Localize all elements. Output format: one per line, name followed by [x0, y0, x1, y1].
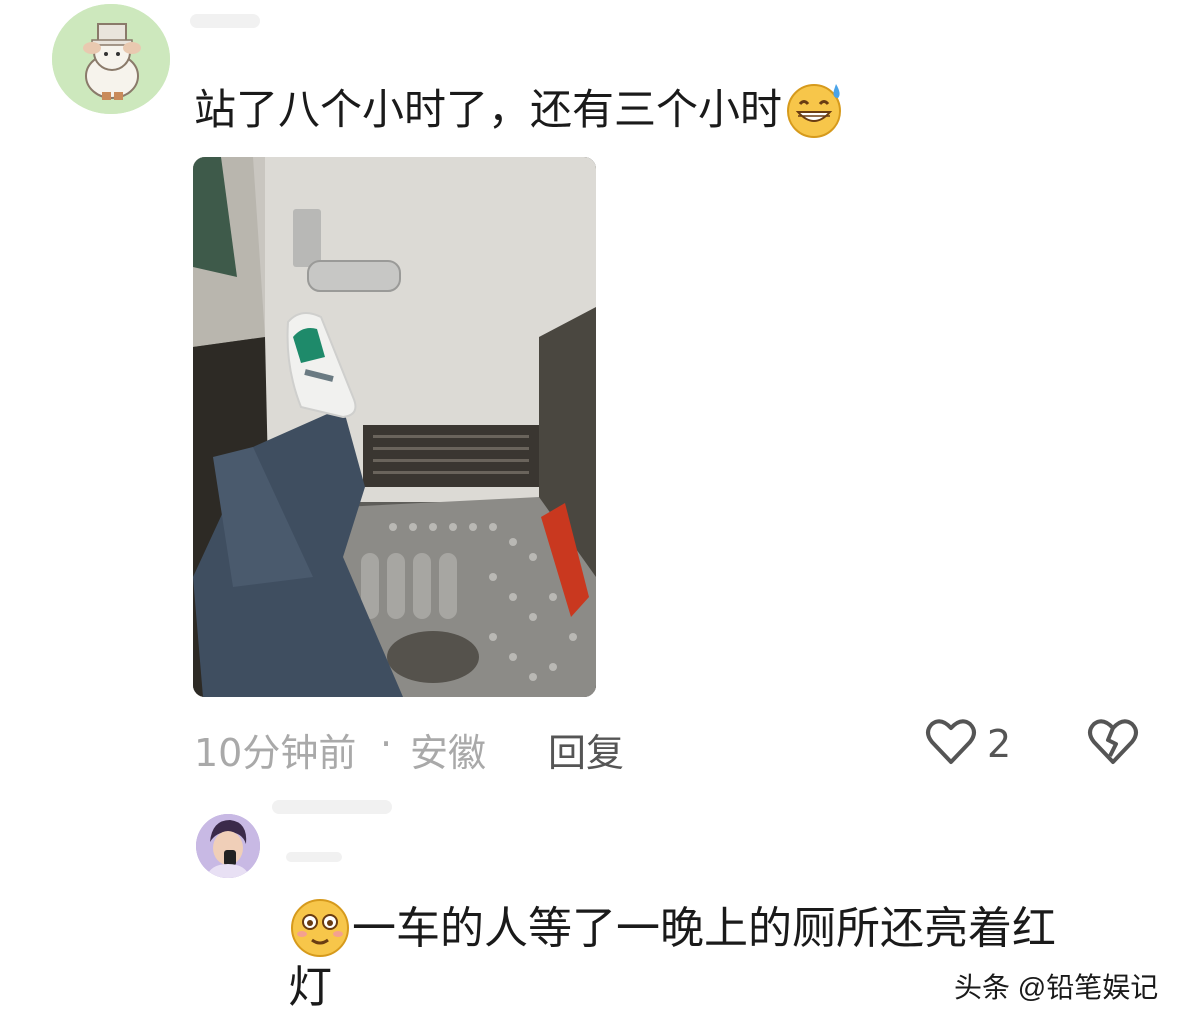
commenter-avatar[interactable]: [52, 4, 170, 114]
username-redacted: [272, 800, 392, 814]
reply-body: 一车的人等了一晚上的厕所还亮着红: [352, 903, 1056, 954]
reply-commenter-avatar[interactable]: [196, 814, 260, 878]
broken-heart-icon[interactable]: [1086, 714, 1140, 772]
grinning-sweat-emoji-icon: [784, 80, 846, 145]
reply-button[interactable]: 回复: [548, 722, 624, 777]
comment-location: 安徽: [410, 731, 487, 775]
comment-photo[interactable]: [193, 157, 596, 697]
flushed-smile-emoji-icon: [288, 896, 352, 966]
watermark: 头条 @铅笔娱记: [954, 972, 1159, 1003]
heart-outline-icon[interactable]: [924, 714, 978, 772]
comment-body: 站了八个小时了，还有三个小时: [194, 85, 783, 134]
comment-time: 10分钟前: [194, 731, 357, 775]
username-redacted: [190, 14, 260, 28]
reply-text-line-2: 灯: [288, 962, 332, 1013]
comment-text: 站了八个小时了，还有三个小时: [194, 80, 846, 145]
reply-text-line-1: 一车的人等了一晚上的厕所还亮着红: [288, 896, 1056, 966]
like-count: 2: [987, 722, 1012, 766]
meta-separator: ·: [380, 722, 393, 766]
username-redacted: [286, 852, 342, 862]
